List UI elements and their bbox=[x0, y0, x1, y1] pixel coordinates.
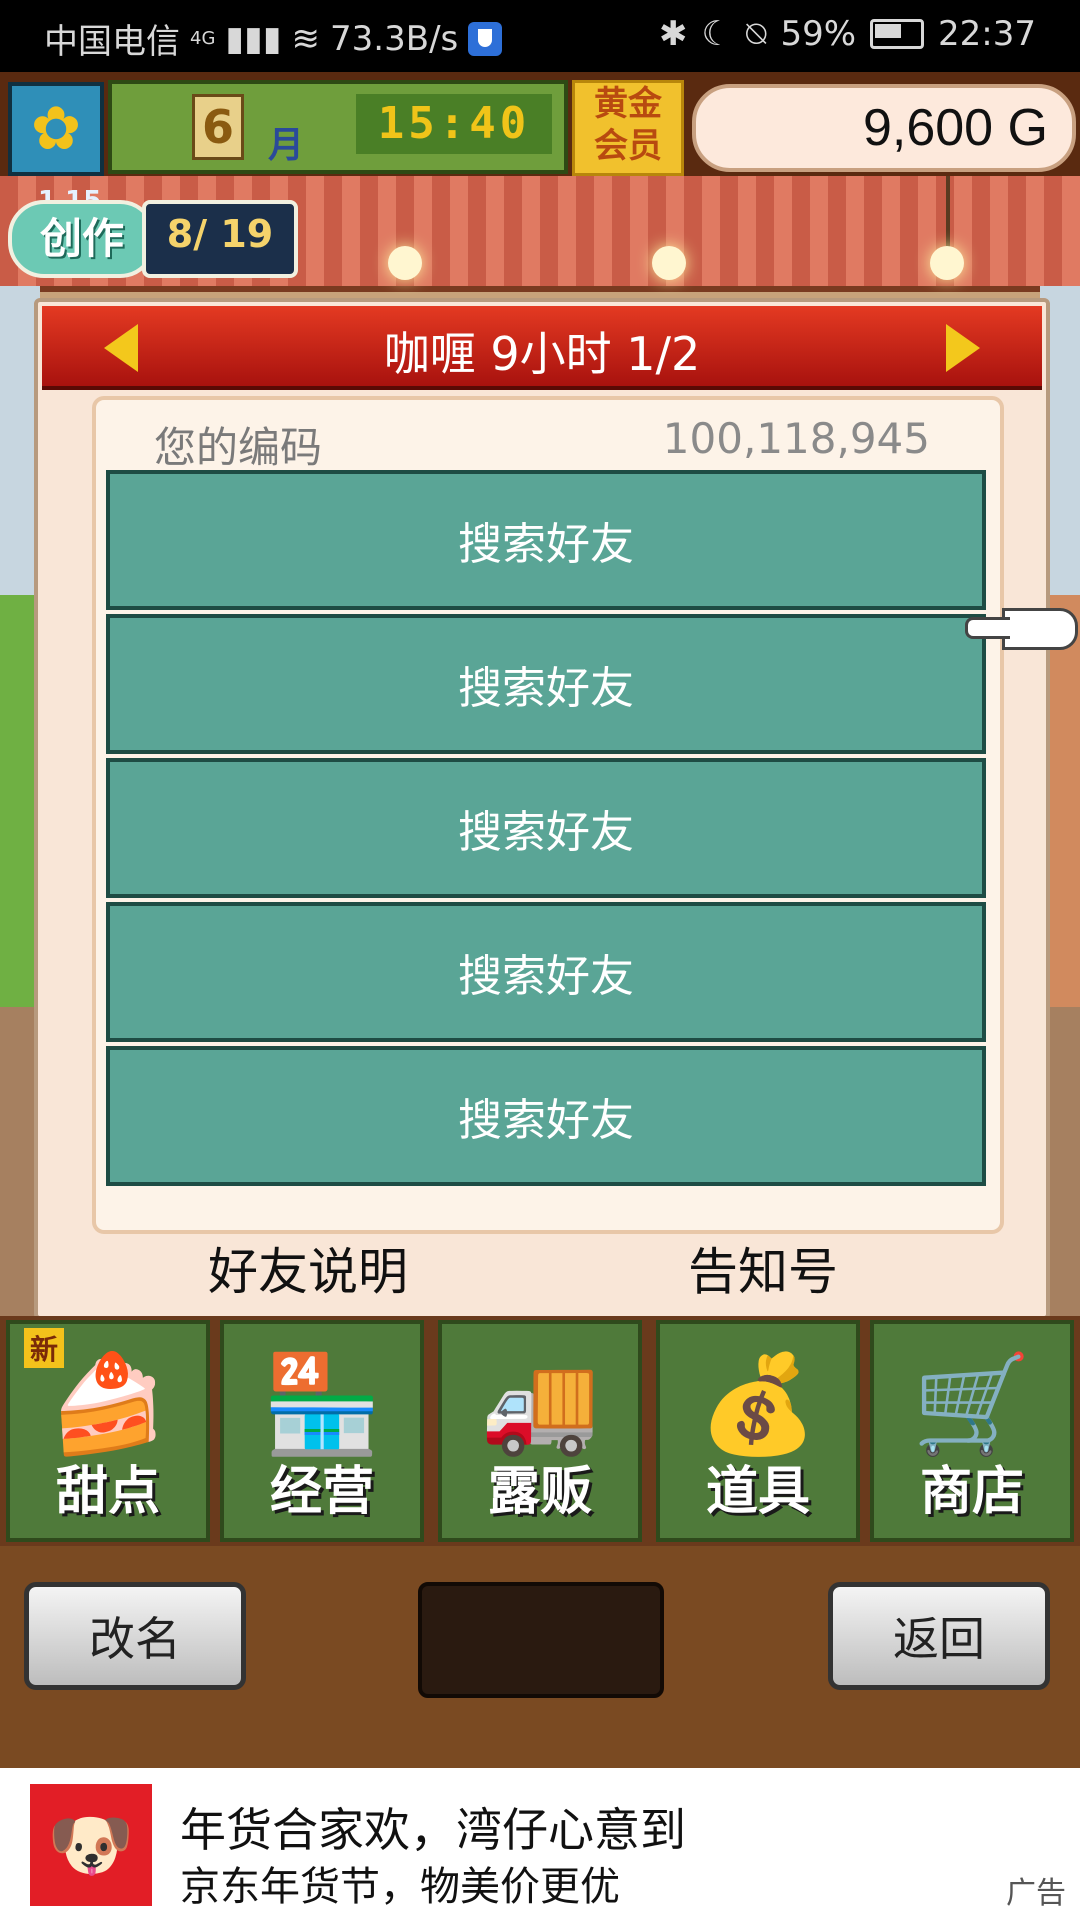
dialog-title: 咖喱 9小时 1/2 bbox=[383, 327, 701, 381]
friend-help-link[interactable]: 好友说明 bbox=[208, 1232, 408, 1304]
store-icon: 🏪 bbox=[262, 1348, 382, 1460]
nav-shop[interactable]: 🛒 商店 bbox=[870, 1320, 1074, 1542]
battery-percent: 59% bbox=[780, 14, 857, 54]
ad-headline: 年货合家欢，湾仔心意到 bbox=[180, 1803, 686, 1857]
search-friend-button[interactable]: 搜索好友 bbox=[106, 1046, 986, 1186]
nav-label: 经营 bbox=[269, 1462, 374, 1522]
shopping-cart-icon: 🛒 bbox=[912, 1348, 1032, 1460]
rename-button[interactable]: 改名 bbox=[24, 1582, 246, 1690]
main-nav: 新 🍰 甜点 🏪 经营 🚚 露贩 💰 道具 🛒 商店 bbox=[0, 1316, 1080, 1546]
friend-panel: 您的编码 100,118,945 搜索好友 搜索好友 搜索好友 搜索好友 搜索好… bbox=[92, 396, 1078, 1234]
search-friend-button[interactable]: 搜索好友 bbox=[106, 902, 986, 1042]
nav-label: 甜点 bbox=[55, 1462, 160, 1522]
ad-tag: 广告 bbox=[1006, 1876, 1066, 1911]
pointing-hand-icon bbox=[965, 608, 1078, 650]
dialog-footer: 好友说明 告知号 bbox=[38, 1232, 1046, 1312]
food-truck-icon: 🚚 bbox=[480, 1348, 600, 1460]
bottom-controls: 改名 返回 bbox=[0, 1546, 1080, 1768]
back-button[interactable]: 返回 bbox=[828, 1582, 1050, 1690]
network-speed: 73.3B/s bbox=[330, 18, 459, 59]
jd-logo-icon: 🐶 bbox=[30, 1784, 152, 1906]
money-display: 9,600 G bbox=[692, 84, 1076, 172]
bluetooth-icon: ✱ bbox=[659, 14, 688, 54]
network-type: 4G bbox=[190, 28, 216, 49]
nav-label: 露贩 bbox=[487, 1462, 592, 1522]
nav-label: 商店 bbox=[919, 1462, 1024, 1522]
gold-member-line1: 黄金 bbox=[594, 84, 662, 124]
nav-dessert[interactable]: 新 🍰 甜点 bbox=[6, 1320, 210, 1542]
cake-icon: 🍰 bbox=[48, 1348, 168, 1460]
ad-subline: 京东年货节，物美价更优 bbox=[180, 1864, 620, 1910]
lamp-icon bbox=[652, 246, 686, 280]
dialog-header: 咖喱 9小时 1/2 bbox=[42, 306, 1042, 390]
security-shield-icon bbox=[468, 21, 503, 56]
nav-food-truck[interactable]: 🚚 露贩 bbox=[438, 1320, 642, 1542]
month-number: 6 bbox=[192, 94, 244, 160]
creation-label: 创作 bbox=[8, 200, 156, 278]
sunflower-icon[interactable]: ✿ bbox=[8, 82, 104, 176]
next-arrow-icon[interactable] bbox=[946, 324, 980, 372]
money-value: 9,600 G bbox=[862, 99, 1048, 157]
gold-member-badge[interactable]: 黄金 会员 bbox=[572, 80, 684, 176]
status-bar: 中国电信 4G ▮▮▮ ≋ 73.3B/s ✱ ☾ ⍉ 59% 22:37 bbox=[0, 0, 1080, 72]
friend-list: 搜索好友 搜索好友 搜索好友 搜索好友 搜索好友 bbox=[106, 470, 986, 1190]
date-panel: 6 月 15:40 bbox=[108, 80, 568, 174]
friend-dialog: 咖喱 9小时 1/2 您的编码 100,118,945 搜索好友 搜索好友 搜索… bbox=[34, 298, 1078, 1320]
game-clock: 15:40 bbox=[356, 94, 552, 154]
search-friend-button[interactable]: 搜索好友 bbox=[106, 614, 986, 754]
mute-bell-icon: ⍉ bbox=[746, 14, 767, 54]
lamp-icon bbox=[930, 246, 964, 280]
lamp-icon bbox=[388, 246, 422, 280]
status-right: ✱ ☾ ⍉ 59% 22:37 bbox=[659, 14, 1036, 54]
signal-icon: ▮▮▮ bbox=[225, 18, 282, 59]
month-label: 月 bbox=[268, 125, 305, 166]
nav-management[interactable]: 🏪 经营 bbox=[220, 1320, 424, 1542]
carrier-label: 中国电信 bbox=[44, 22, 180, 62]
gold-member-line2: 会员 bbox=[594, 126, 662, 166]
nav-label: 道具 bbox=[705, 1462, 810, 1522]
search-friend-button[interactable]: 搜索好友 bbox=[106, 758, 986, 898]
search-friend-button[interactable]: 搜索好友 bbox=[106, 470, 986, 610]
ad-banner[interactable]: 🐶 年货合家欢，湾仔心意到 京东年货节，物美价更优 广告 bbox=[0, 1768, 1080, 1920]
your-code-value: 100,118,945 bbox=[662, 414, 930, 463]
game-top-bar: ✿ 6 月 15:40 黄金 会员 9,600 G bbox=[0, 72, 1080, 176]
nav-items[interactable]: 💰 道具 bbox=[656, 1320, 860, 1542]
lamp-cord bbox=[946, 176, 950, 250]
items-bag-icon: 💰 bbox=[698, 1348, 818, 1460]
battery-icon bbox=[870, 19, 925, 49]
status-left: 中国电信 4G ▮▮▮ ≋ 73.3B/s bbox=[44, 14, 503, 63]
wifi-icon: ≋ bbox=[291, 18, 321, 59]
center-display-panel bbox=[418, 1582, 664, 1698]
notice-number-link[interactable]: 告知号 bbox=[688, 1232, 838, 1304]
moon-icon: ☾ bbox=[701, 14, 733, 54]
creation-count: 8/ 19 bbox=[142, 200, 298, 278]
creation-badge[interactable]: 1 15 创作 8/ 19 bbox=[8, 186, 298, 280]
your-code-label: 您的编码 bbox=[154, 423, 323, 472]
status-time: 22:37 bbox=[938, 14, 1036, 54]
